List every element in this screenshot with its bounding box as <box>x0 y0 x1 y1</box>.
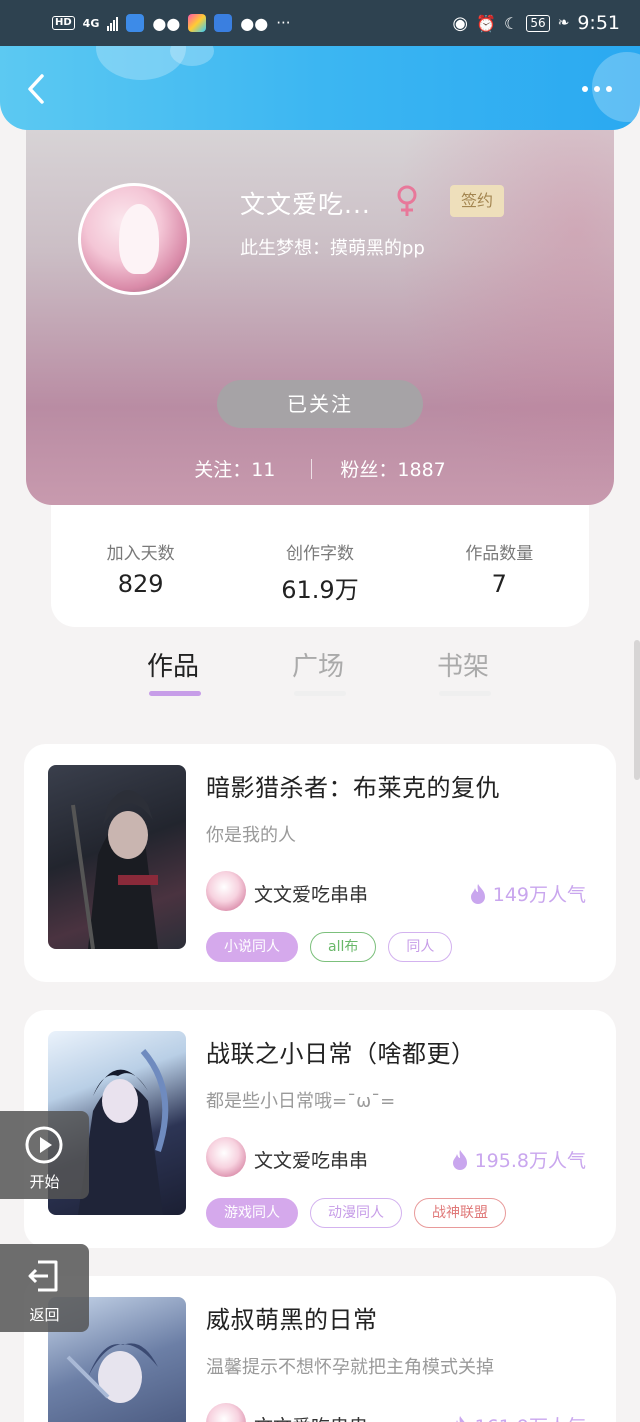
work-description: 温馨提示不想怀孕就把主角模式关掉 <box>206 1357 494 1378</box>
tab-bookshelf[interactable]: 书架 <box>437 646 489 683</box>
hd-badge: HD <box>52 16 75 30</box>
back-label: 返回 <box>29 1306 60 1324</box>
exit-icon <box>28 1260 58 1292</box>
stat-value: 7 <box>491 570 507 598</box>
more-dots-icon[interactable] <box>582 86 612 92</box>
flame-icon <box>470 883 485 904</box>
status-left: HD 4G ●● ●● ··· <box>52 14 291 33</box>
status-bar: HD 4G ●● ●● ··· ◉ ⏰ ☾ 56 ❧ 9:51 <box>0 0 640 46</box>
author-row: 文文爱吃串串 161.9万人气 <box>206 1403 586 1422</box>
tab-active-indicator <box>149 691 201 696</box>
tag-list: 游戏同人 动漫同人 战神联盟 <box>206 1198 506 1228</box>
wechat-icon: ●● <box>152 13 181 33</box>
author-avatar[interactable] <box>206 1137 246 1177</box>
signed-badge: 签约 <box>450 185 504 217</box>
chevron-left-icon[interactable] <box>22 72 52 106</box>
flame-icon <box>455 1415 465 1422</box>
dot <box>582 86 588 92</box>
profile-card: 文文爱吃... 签约 此生梦想：摸萌黑的pp 已关注 关注：11 粉丝：1887 <box>26 115 614 505</box>
back-float-button[interactable]: 返回 <box>0 1244 89 1332</box>
popularity-value: 195.8万人气 <box>474 1150 586 1172</box>
dot <box>606 86 612 92</box>
signal-icon <box>107 15 119 31</box>
alarm-icon: ⏰ <box>476 13 496 33</box>
tab-bar: 作品 广场 书架 <box>0 628 640 713</box>
dot <box>594 86 600 92</box>
tag[interactable]: 同人 <box>388 932 453 962</box>
stat-value: 829 <box>117 570 164 598</box>
cover-art <box>71 790 158 949</box>
popularity-value: 149万人气 <box>492 884 586 906</box>
tab-square[interactable]: 广场 <box>292 646 344 683</box>
following-count[interactable]: 关注：11 <box>194 455 275 482</box>
work-card[interactable]: 战联之小日常（啥都更） 都是些小日常哦=¯ω¯= 文文爱吃串串 195.8万人气… <box>24 1010 616 1248</box>
stat-label: 作品数量 <box>465 544 534 564</box>
tag-list: 小说同人 all布 同人 <box>206 932 453 962</box>
work-title[interactable]: 威叔萌黑的日常 <box>206 1300 378 1335</box>
tab-indicator <box>294 691 346 696</box>
car-app-icon <box>214 14 233 32</box>
work-card[interactable]: 暗影猎杀者：布莱克的复仇 你是我的人 文文爱吃串串 149万人气 小说同人 al… <box>24 744 616 982</box>
work-description: 都是些小日常哦=¯ω¯= <box>206 1091 396 1112</box>
author-name[interactable]: 文文爱吃串串 <box>254 880 368 907</box>
scrollbar[interactable] <box>634 640 640 780</box>
wechat-icon-2: ●● <box>240 13 269 33</box>
battery-icon: 56 <box>526 14 550 32</box>
tag[interactable]: all布 <box>310 932 377 962</box>
work-title[interactable]: 战联之小日常（啥都更） <box>206 1034 476 1069</box>
motto: 此生梦想：摸萌黑的pp <box>240 238 425 259</box>
work-description: 你是我的人 <box>206 825 296 846</box>
avatar[interactable] <box>78 183 190 295</box>
work-title[interactable]: 暗影猎杀者：布莱克的复仇 <box>206 768 500 803</box>
stat-word-count: 创作字数 61.9万 <box>230 505 409 627</box>
flame-icon <box>452 1149 467 1170</box>
work-card[interactable]: 威叔萌黑的日常 温馨提示不想怀孕就把主角模式关掉 文文爱吃串串 161.9万人气 <box>24 1276 616 1422</box>
stat-label: 创作字数 <box>285 544 354 564</box>
stat-value: 61.9万 <box>281 576 359 604</box>
popularity: 149万人气 <box>469 880 586 907</box>
followed-button[interactable]: 已关注 <box>217 380 423 428</box>
tab-indicator <box>439 691 491 696</box>
play-circle-icon <box>25 1126 63 1164</box>
popularity: 161.9万人气 <box>451 1412 586 1422</box>
stats-card: 加入天数 829 创作字数 61.9万 作品数量 7 <box>51 505 589 627</box>
author-avatar[interactable] <box>206 1403 246 1422</box>
start-float-button[interactable]: 开始 <box>0 1111 89 1199</box>
stat-join-days: 加入天数 829 <box>51 505 230 627</box>
more-notifications-icon: ··· <box>276 14 291 32</box>
follow-stats: 关注：11 粉丝：1887 <box>26 455 614 482</box>
gallery-app-icon <box>188 14 207 32</box>
status-right: ◉ ⏰ ☾ 56 ❧ 9:51 <box>452 12 620 34</box>
work-cover-image[interactable] <box>48 765 186 949</box>
author-name[interactable]: 文文爱吃串串 <box>254 1146 368 1173</box>
popularity-value: 161.9万人气 <box>475 1412 586 1422</box>
network-label: 4G <box>82 16 100 30</box>
author-row: 文文爱吃串串 149万人气 <box>206 871 586 913</box>
author-row: 文文爱吃串串 195.8万人气 <box>206 1137 586 1179</box>
divider <box>311 458 313 479</box>
author-avatar[interactable] <box>206 871 246 911</box>
moon-icon: ☾ <box>503 13 519 33</box>
tab-works[interactable]: 作品 <box>147 646 199 683</box>
female-icon <box>397 185 417 216</box>
username: 文文爱吃... <box>240 190 371 219</box>
tag[interactable]: 战神联盟 <box>414 1198 506 1228</box>
tag[interactable]: 游戏同人 <box>206 1198 298 1228</box>
stat-works-count: 作品数量 7 <box>410 505 589 627</box>
stat-label: 加入天数 <box>106 544 175 564</box>
followers-count[interactable]: 粉丝：1887 <box>340 455 445 482</box>
tag[interactable]: 动漫同人 <box>310 1198 402 1228</box>
leaf-icon: ❧ <box>557 15 570 31</box>
tag[interactable]: 小说同人 <box>206 932 298 962</box>
app-header <box>0 46 640 130</box>
shield-app-icon <box>126 14 145 32</box>
eye-icon: ◉ <box>452 12 469 34</box>
popularity: 195.8万人气 <box>451 1146 586 1173</box>
author-name[interactable]: 文文爱吃串串 <box>254 1412 368 1422</box>
start-label: 开始 <box>29 1173 60 1191</box>
clock: 9:51 <box>577 12 620 34</box>
